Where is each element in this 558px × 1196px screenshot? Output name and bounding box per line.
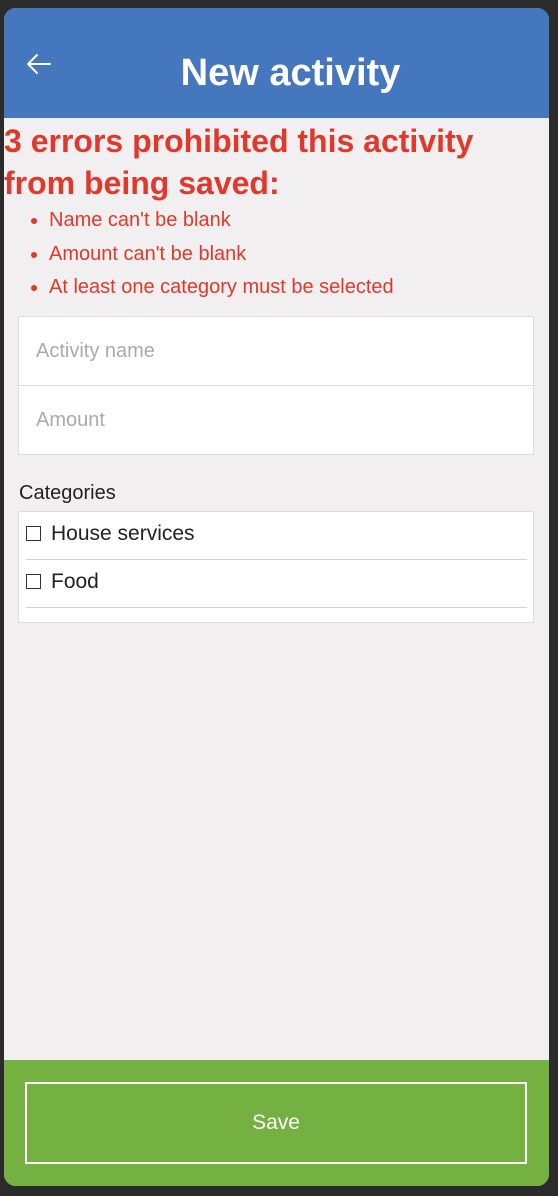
- activity-form: [18, 316, 534, 455]
- categories-label: Categories: [19, 482, 116, 504]
- save-button[interactable]: Save: [25, 1082, 527, 1164]
- categories-list: House services Food: [18, 511, 534, 623]
- footer-bar: Save: [4, 1060, 549, 1186]
- page-title: New activity: [180, 52, 401, 94]
- category-food[interactable]: Food: [26, 560, 527, 608]
- category-label: Food: [51, 570, 99, 593]
- error-list: Name can't be blank Amount can't be blan…: [4, 204, 394, 305]
- checkbox-icon[interactable]: [26, 526, 41, 541]
- error-item: Name can't be blank: [49, 204, 394, 238]
- app-screen: New activity 3 errors prohibited this ac…: [4, 8, 549, 1186]
- category-house-services[interactable]: House services: [26, 512, 527, 560]
- error-item: At least one category must be selected: [49, 271, 394, 305]
- app-header: New activity: [4, 8, 549, 118]
- error-heading: 3 errors prohibited this activity from b…: [4, 123, 474, 201]
- activity-name-input[interactable]: [19, 317, 533, 385]
- error-item: Amount can't be blank: [49, 238, 394, 272]
- category-label: House services: [51, 522, 195, 545]
- amount-input[interactable]: [19, 386, 533, 454]
- checkbox-icon[interactable]: [26, 574, 41, 589]
